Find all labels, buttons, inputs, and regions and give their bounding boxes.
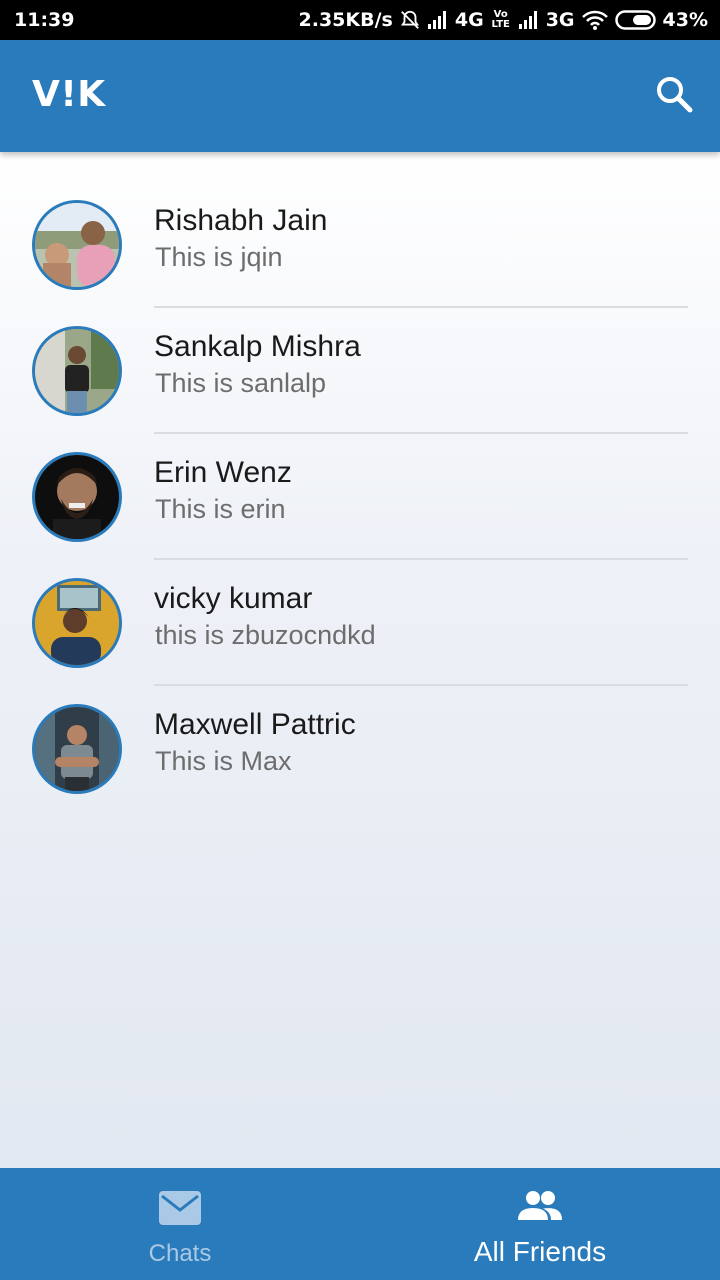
nav-label-all-friends: All Friends [473, 1236, 607, 1267]
friend-row[interactable]: Maxwell Pattric This is Max [0, 656, 720, 794]
network-type-2: 3G [545, 9, 575, 31]
friend-status: This is erin [155, 494, 286, 524]
app-bar: V!K [0, 40, 720, 152]
avatar [32, 326, 122, 416]
battery-icon [614, 9, 657, 31]
battery-percent: 43% [662, 9, 708, 31]
avatar [32, 200, 122, 290]
nav-label-chats: Chats [148, 1240, 212, 1267]
bottom-nav: Chats All Friends [0, 1168, 720, 1280]
friend-name: Maxwell Pattric [154, 708, 356, 741]
friend-row[interactable]: Rishabh Jain This is jqin [0, 152, 720, 308]
friend-name: vicky kumar [154, 582, 313, 615]
friend-status: this is zbuzocndkd [155, 620, 376, 650]
friend-name: Erin Wenz [154, 456, 292, 489]
signal-icon [427, 10, 449, 30]
search-icon [654, 74, 694, 119]
friend-row[interactable]: vicky kumar this is zbuzocndkd [0, 530, 720, 686]
friend-row[interactable]: Sankalp Mishra This is sanlalp [0, 278, 720, 434]
avatar [32, 578, 122, 668]
signal-icon-2 [518, 10, 540, 30]
status-indicators: 2.35KB/s 4G Vo LTE 3G 43% [299, 9, 708, 31]
friend-row[interactable]: Erin Wenz This is erin [0, 404, 720, 560]
network-type-1: 4G [454, 9, 484, 31]
mail-icon [158, 1190, 202, 1231]
nav-tab-all-friends[interactable]: All Friends [360, 1168, 720, 1280]
avatar [32, 452, 122, 542]
friend-name: Rishabh Jain [154, 204, 328, 237]
app-logo: V!K [32, 74, 106, 115]
friend-name: Sankalp Mishra [154, 330, 361, 363]
net-speed: 2.35KB/s [298, 9, 393, 31]
avatar [32, 704, 122, 794]
nav-tab-chats[interactable]: Chats [0, 1168, 360, 1280]
search-button[interactable] [650, 72, 698, 120]
friend-status: This is sanlalp [155, 368, 327, 398]
friends-list: Rishabh Jain This is jqin Sankalp Mishra… [0, 152, 720, 1168]
alarm-off-icon [399, 9, 421, 31]
friend-status: This is jqin [155, 242, 283, 272]
status-bar: 11:39 2.35KB/s 4G Vo LTE 3G 43% [0, 0, 720, 40]
wifi-icon [581, 9, 609, 31]
status-time: 11:39 [14, 9, 75, 31]
friend-status: This is Max [155, 746, 292, 776]
people-icon [517, 1190, 563, 1227]
volte-indicator: Vo LTE [491, 9, 510, 30]
